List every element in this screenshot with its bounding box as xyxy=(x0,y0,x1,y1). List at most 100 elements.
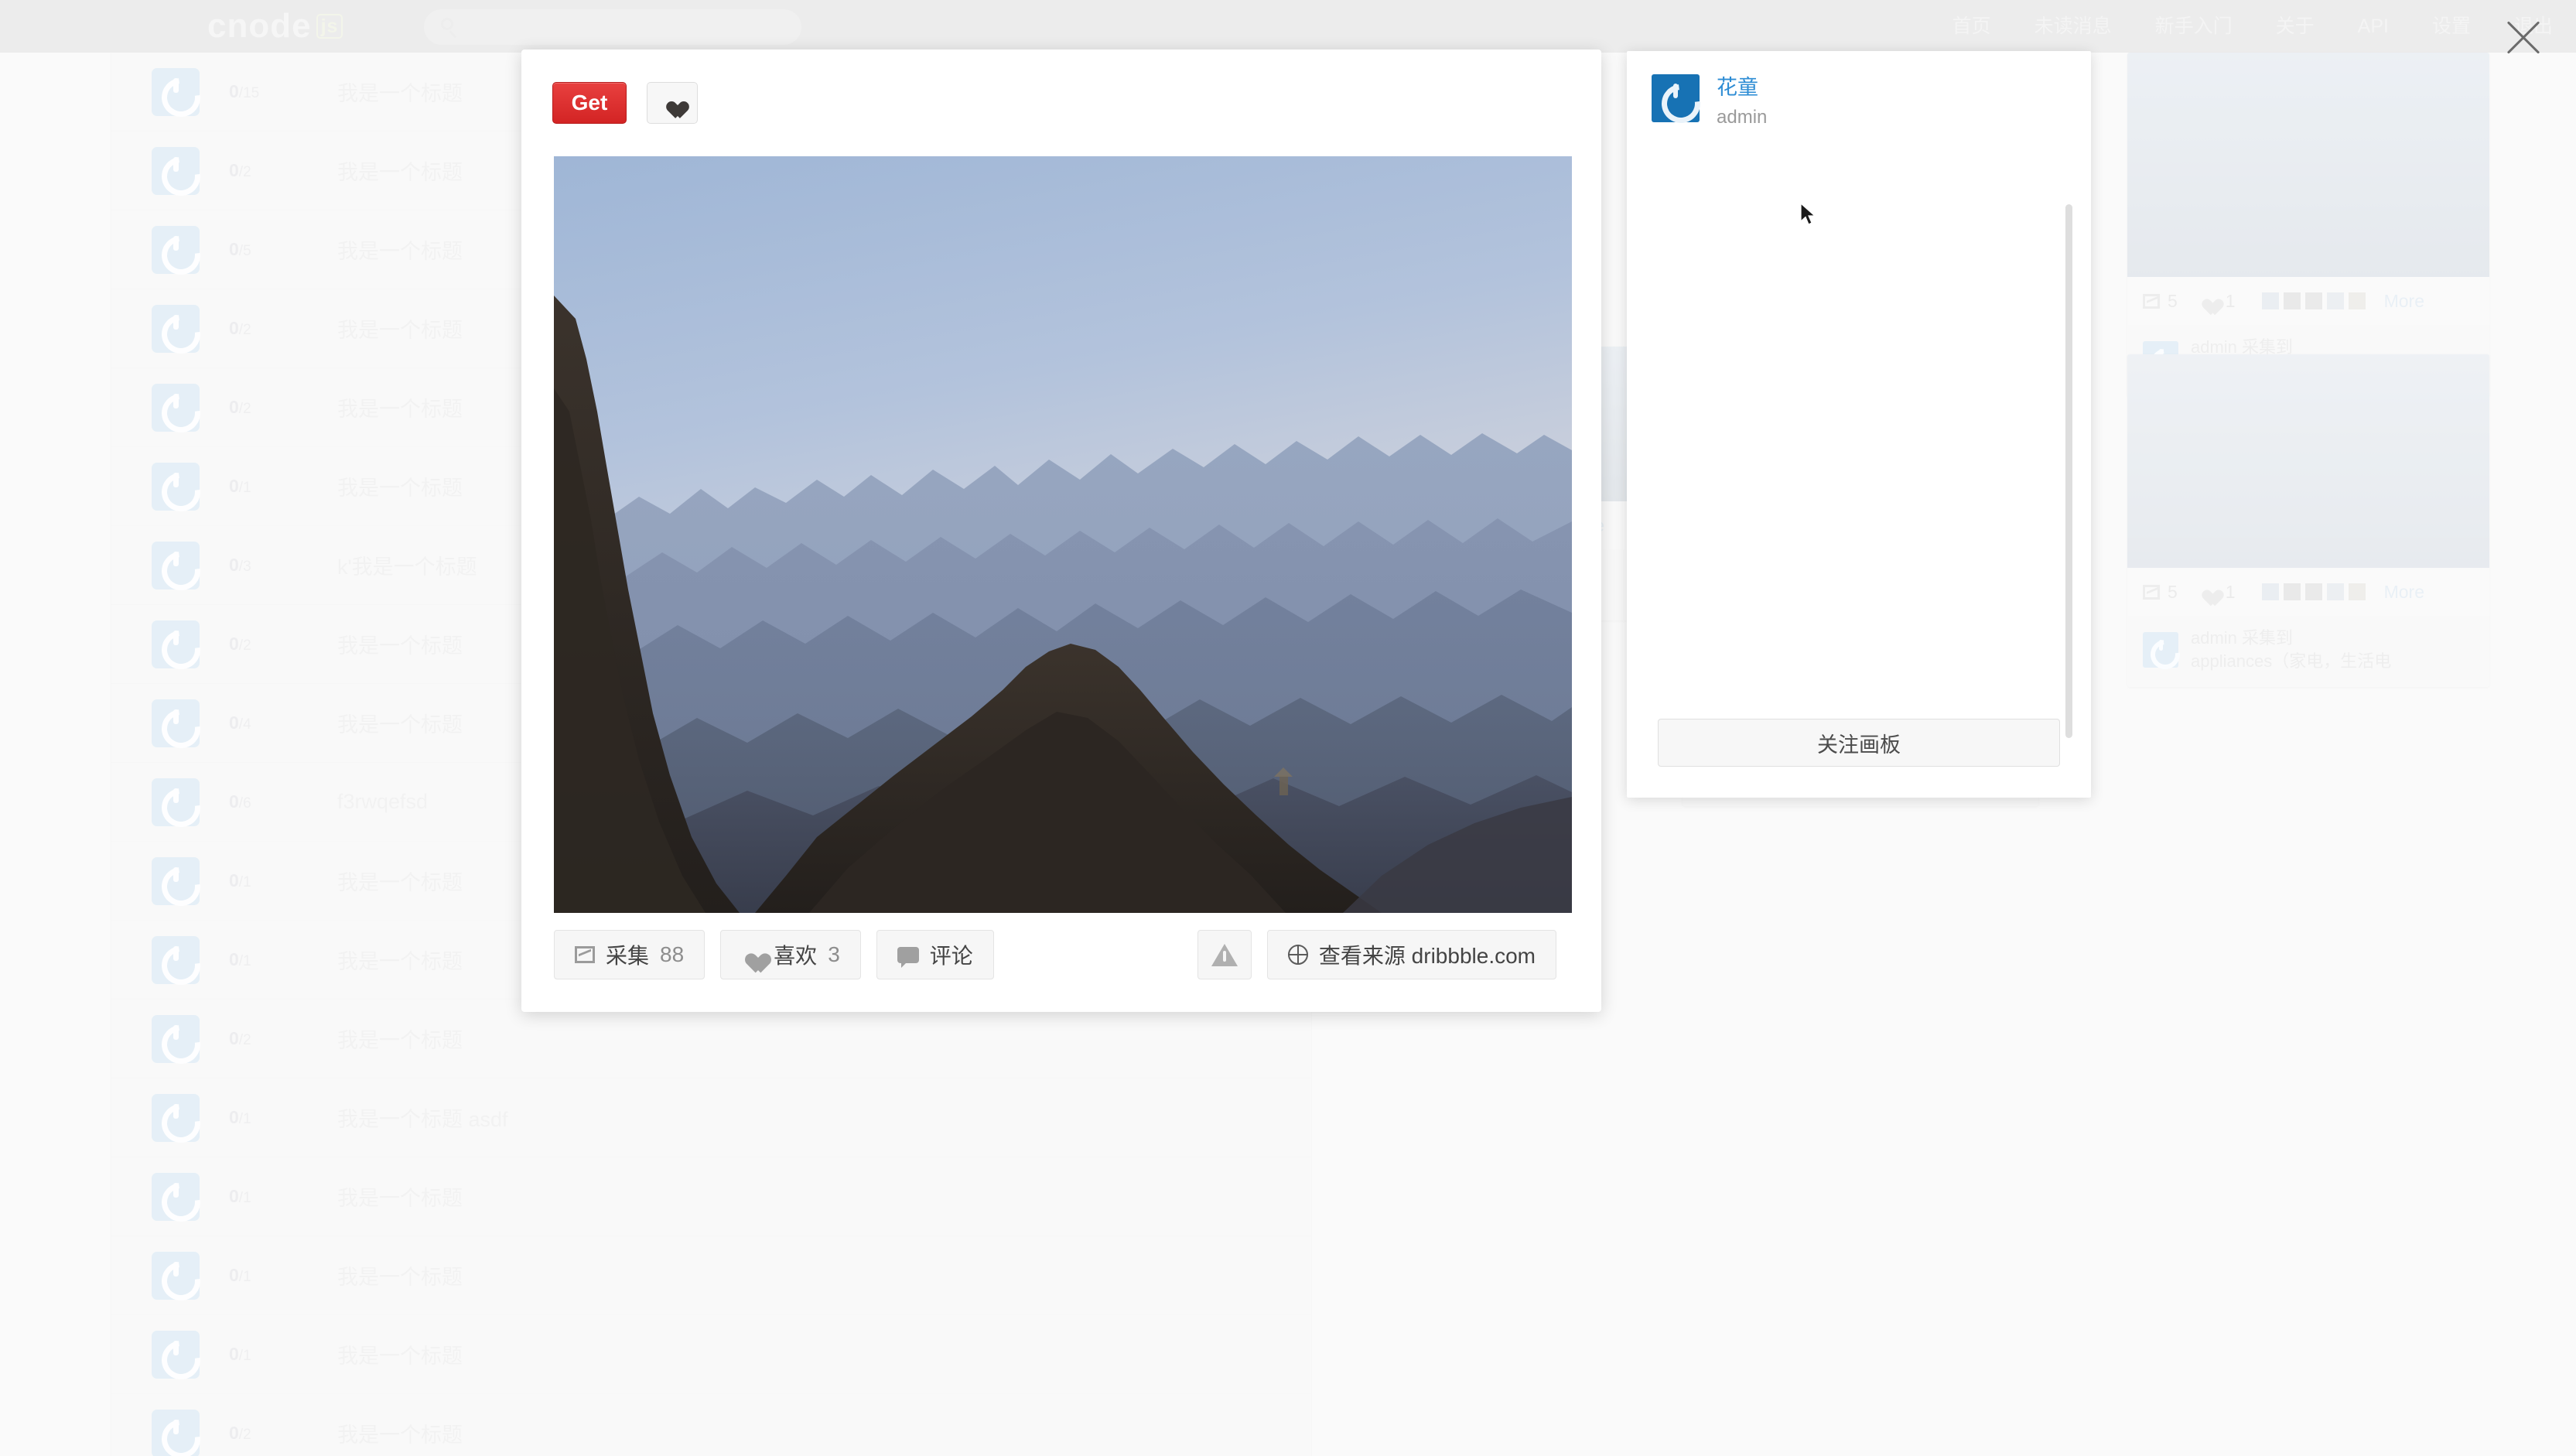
pin-action-toolbar: 采集 88 喜欢 3 评论 查看来源 dribbble.com xyxy=(554,930,1572,979)
report-button[interactable] xyxy=(1197,930,1252,979)
collect-count: 88 xyxy=(660,942,685,966)
topic-title[interactable]: 我是一个标题 xyxy=(337,471,463,501)
reply-count: 0 xyxy=(229,555,239,575)
topic-row[interactable]: 0/2 我是一个标题 xyxy=(111,1394,1311,1456)
topic-title[interactable]: 我是一个标题 xyxy=(337,234,463,265)
reply-count: 0 xyxy=(229,1344,239,1364)
topic-title[interactable]: 我是一个标题 xyxy=(337,866,463,896)
pin-photo[interactable] xyxy=(554,156,1572,913)
board-name[interactable]: 花童 xyxy=(1717,74,1767,101)
reply-count: 0 xyxy=(229,791,239,812)
user-avatar[interactable] xyxy=(152,1014,200,1063)
heart-icon xyxy=(741,945,763,965)
user-avatar[interactable] xyxy=(152,856,200,905)
pin-card[interactable]: 51Moreadmin 采集到appliances（家电，生活电 xyxy=(2127,354,2489,687)
nav-item-home[interactable]: 首页 xyxy=(1952,0,1991,53)
pin-thumb[interactable] xyxy=(2261,583,2279,600)
follow-board-button[interactable]: 关注画板 xyxy=(1658,719,2060,767)
user-avatar[interactable] xyxy=(152,225,200,274)
board-popover: 花童 admin 关注画板 xyxy=(1627,51,2091,798)
pin-thumb[interactable] xyxy=(2326,292,2344,309)
cnode-logo[interactable]: cnode js xyxy=(207,6,343,46)
topic-title[interactable]: k'我是一个标题 xyxy=(337,550,477,580)
pin-card[interactable]: 51Moreadmin 采集到appliances（家电，生活电 xyxy=(2127,53,2489,396)
user-avatar[interactable] xyxy=(152,1172,200,1221)
pin-thumb[interactable] xyxy=(2283,583,2301,600)
user-avatar[interactable] xyxy=(152,778,200,826)
user-avatar[interactable] xyxy=(152,620,200,668)
view-source-button[interactable]: 查看来源 dribbble.com xyxy=(1266,930,1556,979)
user-avatar[interactable] xyxy=(152,1409,200,1456)
user-avatar[interactable] xyxy=(152,1251,200,1300)
topic-title[interactable]: 我是一个标题 xyxy=(337,1339,463,1369)
topic-reply-count: 0/2 xyxy=(229,634,337,655)
topic-title[interactable]: 我是一个标题 xyxy=(337,313,463,343)
topic-title[interactable]: 我是一个标题 xyxy=(337,629,463,659)
pin-thumb[interactable] xyxy=(2348,583,2366,600)
pin-thumb[interactable] xyxy=(2326,583,2344,600)
pin-more-link[interactable]: More xyxy=(2384,582,2424,603)
pin-thumb[interactable] xyxy=(2304,583,2322,600)
topic-row[interactable]: 0/1 我是一个标题 xyxy=(111,1157,1311,1236)
topic-title[interactable]: f3rwqefsd xyxy=(337,790,428,814)
nav-item-settings[interactable]: 设置 xyxy=(2432,0,2471,53)
user-avatar[interactable] xyxy=(152,1330,200,1379)
pin-thumb[interactable] xyxy=(2348,292,2366,309)
total-count: /3 xyxy=(238,559,251,575)
favorite-button[interactable] xyxy=(647,82,698,124)
user-avatar[interactable] xyxy=(152,699,200,747)
like-button[interactable]: 喜欢 3 xyxy=(720,930,861,979)
pin-thumb[interactable] xyxy=(2261,292,2279,309)
topic-title[interactable]: 我是一个标题 xyxy=(337,708,463,738)
pin-like-count: 1 xyxy=(2225,581,2236,602)
search-input[interactable] xyxy=(424,9,801,45)
pin-thumb[interactable] xyxy=(2283,292,2301,309)
topic-title[interactable]: 我是一个标题 xyxy=(337,156,463,186)
topic-title[interactable]: 我是一个标题 xyxy=(337,392,463,422)
close-icon[interactable] xyxy=(2497,11,2550,63)
user-avatar[interactable] xyxy=(2143,632,2178,668)
user-avatar[interactable] xyxy=(152,146,200,195)
comment-button[interactable]: 评论 xyxy=(876,930,994,979)
topic-row[interactable]: 0/1 我是一个标题 xyxy=(111,1315,1311,1394)
pin-thumbnail[interactable] xyxy=(2127,53,2489,277)
pin-thumbnail[interactable] xyxy=(2127,354,2489,568)
total-count: /2 xyxy=(238,401,251,417)
topic-row[interactable]: 0/1 我是一个标题 asdf xyxy=(111,1078,1311,1157)
nav-item-messages[interactable]: 未读消息 xyxy=(2034,0,2112,53)
pin-thumb[interactable] xyxy=(2304,292,2322,309)
user-avatar[interactable] xyxy=(152,383,200,432)
pin-more-link[interactable]: More xyxy=(2384,291,2424,312)
user-avatar[interactable] xyxy=(152,935,200,984)
topic-title[interactable]: 我是一个标题 xyxy=(337,77,463,107)
topic-title[interactable]: 我是一个标题 asdf xyxy=(337,1102,508,1133)
total-count: /1 xyxy=(238,480,251,496)
topic-reply-count: 0/15 xyxy=(229,81,337,102)
total-count: /1 xyxy=(238,1190,251,1206)
user-avatar[interactable] xyxy=(152,1093,200,1142)
user-avatar[interactable] xyxy=(152,304,200,353)
nav-item-about[interactable]: 关于 xyxy=(2276,0,2315,53)
pin-author-name[interactable]: admin 采集到 xyxy=(2191,628,2293,648)
reply-count: 0 xyxy=(229,1028,239,1048)
pin-thumb-strip xyxy=(2261,583,2366,600)
collect-button[interactable]: 采集 88 xyxy=(554,930,705,979)
topic-title[interactable]: 我是一个标题 xyxy=(337,1418,463,1448)
board-scrollbar[interactable] xyxy=(2065,204,2072,738)
topic-title[interactable]: 我是一个标题 xyxy=(337,945,463,975)
user-avatar[interactable] xyxy=(152,67,200,116)
nav-item-api[interactable]: API xyxy=(2358,0,2389,53)
board-avatar[interactable] xyxy=(1652,74,1700,122)
collect-icon xyxy=(2143,293,2160,309)
topic-title[interactable]: 我是一个标题 xyxy=(337,1181,463,1212)
get-button[interactable]: Get xyxy=(552,82,627,124)
reply-count: 0 xyxy=(229,476,239,496)
nav-item-getting-started[interactable]: 新手入门 xyxy=(2155,0,2233,53)
total-count: /1 xyxy=(238,1111,251,1127)
topic-row[interactable]: 0/1 我是一个标题 xyxy=(111,1236,1311,1315)
user-avatar[interactable] xyxy=(152,462,200,511)
pin-board-name[interactable]: appliances（家电，生活电 xyxy=(2191,651,2391,671)
user-avatar[interactable] xyxy=(152,541,200,590)
topic-title[interactable]: 我是一个标题 xyxy=(337,1024,463,1054)
topic-title[interactable]: 我是一个标题 xyxy=(337,1260,463,1290)
